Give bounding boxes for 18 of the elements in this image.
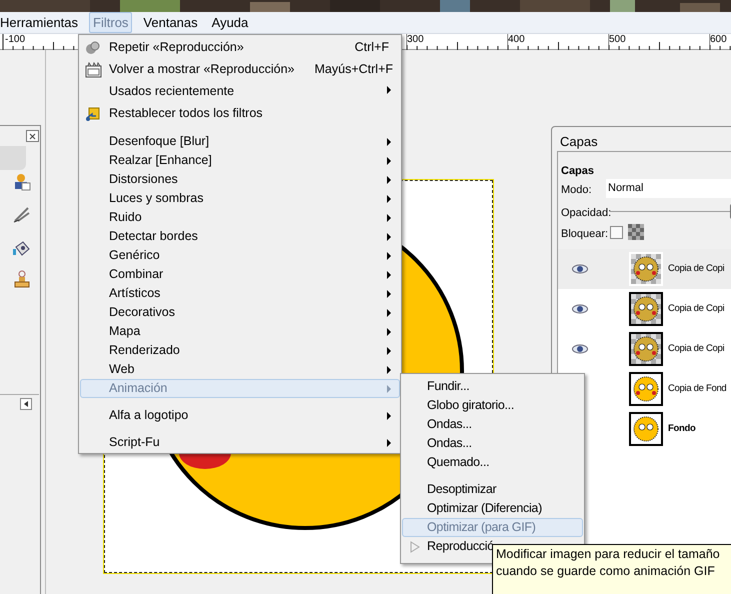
shortcut-label: Ctrl+F [354, 38, 389, 56]
field-label: Modo: [561, 183, 592, 198]
panel-title: Capas [560, 133, 598, 151]
layer-name: Copia de Copi [668, 342, 724, 356]
shortcut-label: Mayús+Ctrl+F [314, 60, 394, 78]
field-label: Bloquear: [561, 227, 608, 242]
tooltip-text: Modificar imagen para reducir el tamaño cuando se guarde como animación GIF [496, 546, 721, 580]
layer-name: Copia de Fond [668, 382, 726, 396]
section-label: Capas [561, 164, 594, 179]
ruler-label: -100 [5, 34, 26, 45]
ruler-label: 500 [609, 34, 626, 45]
field-label: Opacidad: [561, 206, 612, 221]
layer-name: Fondo [668, 422, 696, 436]
ruler-label: 600 [710, 34, 727, 45]
layer-name: Copia de Copi [668, 262, 724, 276]
ruler-label: 300 [407, 34, 424, 45]
ruler-label: 400 [508, 34, 525, 45]
layer-name: Copia de Copi [668, 302, 724, 316]
